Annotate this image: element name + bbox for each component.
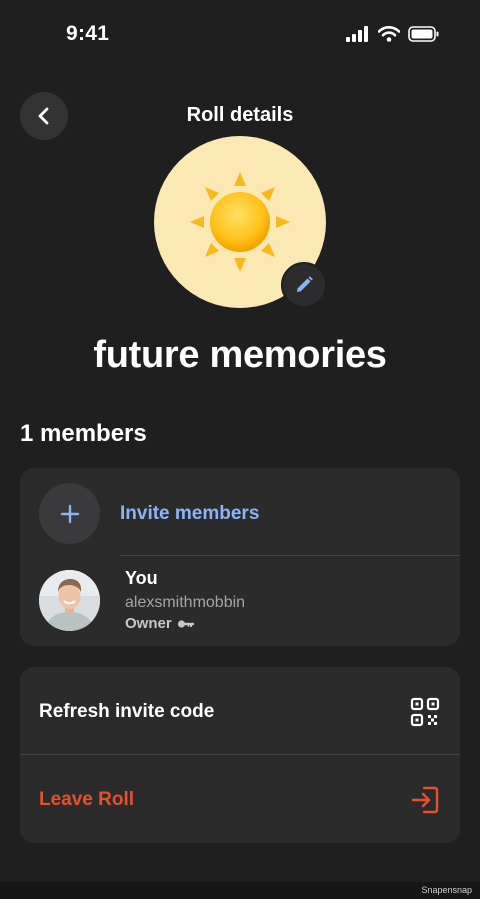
watermark: Snapensnap — [421, 885, 472, 895]
members-card: Invite members You alexsmithmobbin Owner — [20, 468, 460, 646]
edit-cover-button[interactable] — [281, 262, 327, 308]
invite-members-row[interactable]: Invite members — [20, 468, 460, 556]
actions-card: Refresh invite code Leave Roll — [20, 667, 460, 843]
members-heading: 1 members — [20, 420, 147, 447]
invite-members-label: Invite members — [120, 503, 260, 524]
plus-icon — [60, 504, 79, 523]
member-role: Owner — [125, 615, 195, 632]
refresh-invite-code-button[interactable]: Refresh invite code — [20, 667, 460, 755]
avatar — [39, 570, 100, 631]
member-username: alexsmithmobbin — [125, 594, 246, 611]
qr-code-icon — [410, 697, 440, 727]
pencil-icon — [297, 276, 313, 292]
member-row[interactable]: You alexsmithmobbin Owner — [20, 556, 460, 646]
status-bar: 9:41 — [0, 0, 480, 72]
key-icon — [177, 619, 194, 628]
member-name: You — [125, 568, 158, 588]
exit-icon — [411, 786, 439, 814]
member-role-label: Owner — [125, 615, 172, 632]
signal-icon — [346, 26, 368, 42]
refresh-invite-code-label: Refresh invite code — [39, 701, 215, 722]
footer-bar: Snapensnap — [0, 882, 480, 899]
status-icons — [346, 26, 440, 42]
leave-roll-label: Leave Roll — [39, 789, 135, 810]
roll-name: future memories — [93, 334, 387, 376]
leave-roll-button[interactable]: Leave Roll — [20, 755, 460, 843]
sun-emoji — [190, 172, 290, 272]
page-title: Roll details — [186, 104, 294, 126]
battery-icon — [408, 26, 439, 42]
invite-plus-button[interactable] — [39, 483, 100, 544]
status-time: 9:41 — [66, 22, 110, 45]
wifi-icon — [378, 26, 400, 42]
